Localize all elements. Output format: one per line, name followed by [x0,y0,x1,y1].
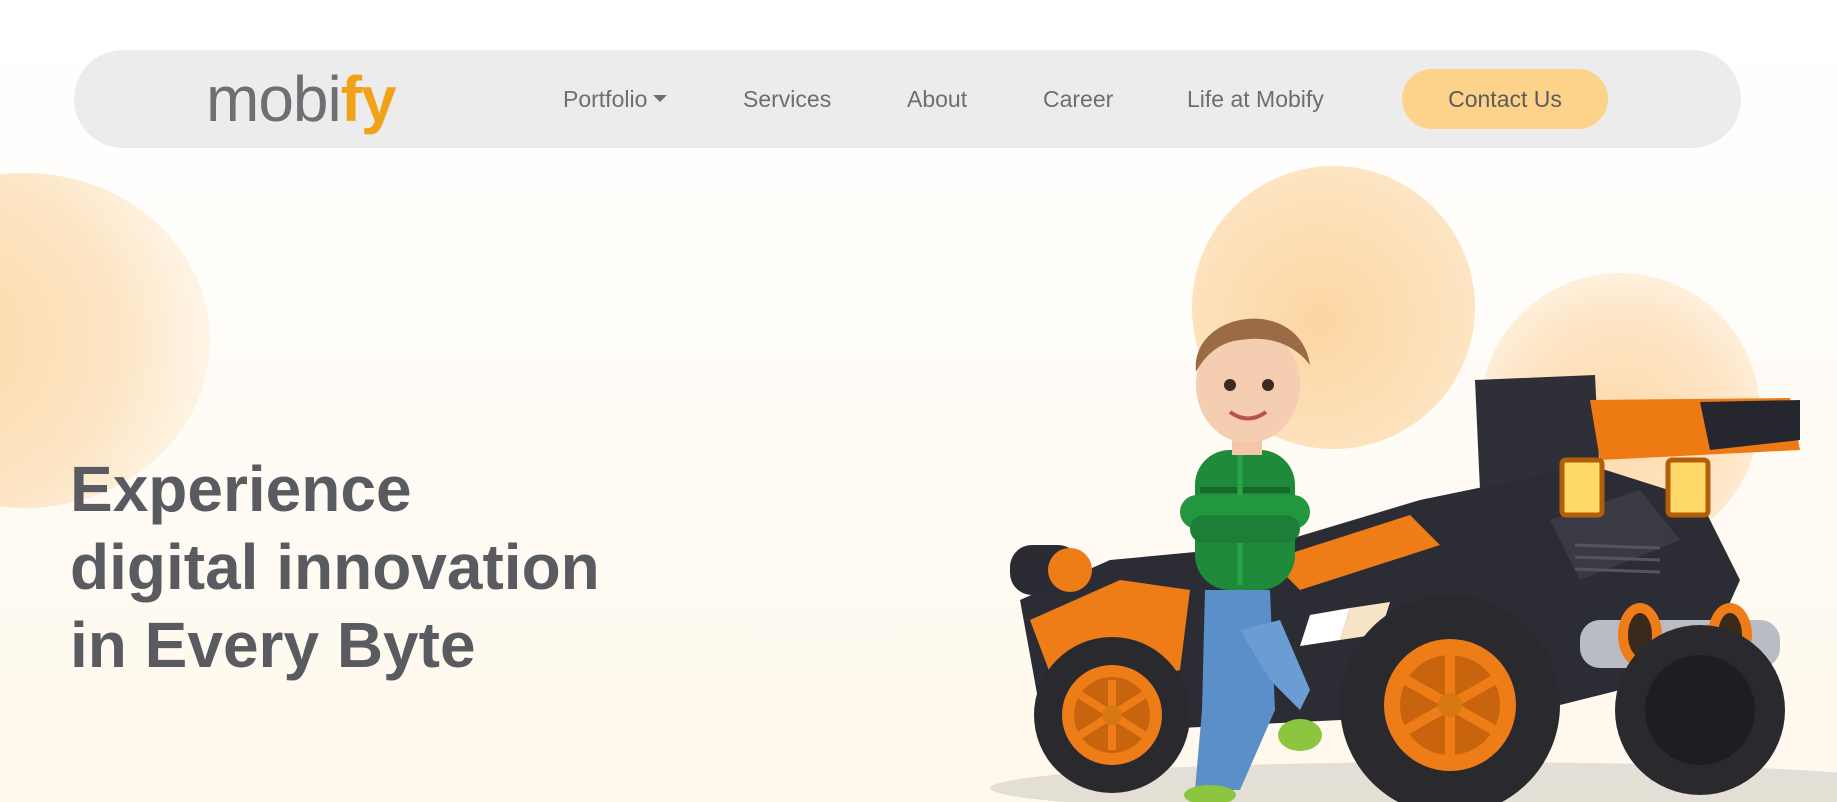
nav-item-portfolio[interactable]: Portfolio [563,50,668,148]
nav-item-career[interactable]: Career [1043,50,1113,148]
nav-item-life-at-mobify[interactable]: Life at Mobify [1187,50,1324,148]
logo-text-mobi: mobi [206,63,342,135]
hero-illustration-boy-and-buggy [990,318,1837,802]
contact-us-button[interactable]: Contact Us [1402,69,1608,129]
logo-text-fy: fy [340,63,397,135]
hero-title-line-3: in Every Byte [70,609,476,681]
navbar: mobi fy Portfolio Services About Career L… [74,50,1741,148]
nav-item-services[interactable]: Services [743,50,831,148]
mobify-logo[interactable]: mobi fy [206,63,397,135]
hero-title-line-1: Experience [70,453,412,525]
hero-title: Experience digital innovation in Every B… [70,450,710,684]
page: mobi fy Portfolio Services About Career L… [0,0,1837,802]
nav-item-portfolio-label: Portfolio [563,86,648,112]
caret-down-icon [653,95,668,103]
hero-title-line-2: digital innovation [70,531,600,603]
nav-item-about[interactable]: About [907,50,967,148]
